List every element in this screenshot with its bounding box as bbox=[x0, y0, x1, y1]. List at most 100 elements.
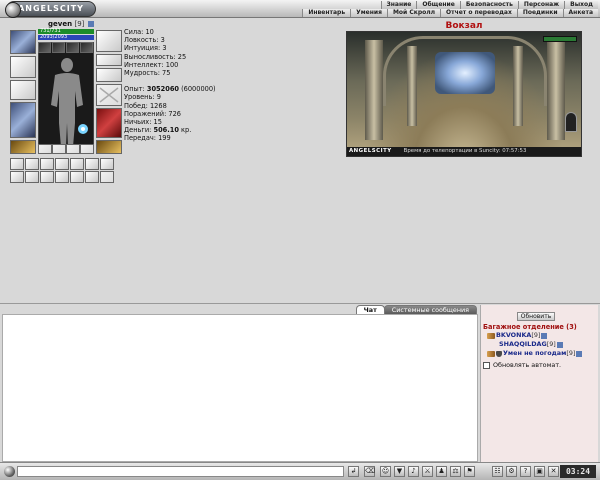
filter-icon[interactable]: ▼ bbox=[394, 466, 405, 477]
room-title: Багажное отделение (3) bbox=[483, 323, 577, 331]
tab-system-messages[interactable]: Системные сообщения bbox=[383, 305, 477, 314]
stat-wins: Побед: 1268 bbox=[124, 101, 167, 110]
clear-icon[interactable]: ⌫ bbox=[364, 466, 375, 477]
stats-icon[interactable]: ♟ bbox=[436, 466, 447, 477]
stat-draws: Ничьих: 15 bbox=[124, 118, 162, 127]
logo-text: ANGELSCITY bbox=[18, 4, 84, 13]
clan-icon[interactable]: ⚑ bbox=[464, 466, 475, 477]
section-divider bbox=[0, 303, 600, 304]
boots-slot[interactable] bbox=[96, 140, 122, 154]
info-icon[interactable] bbox=[576, 350, 583, 357]
submenu-duels[interactable]: Поединки bbox=[516, 9, 563, 17]
quick-slot-13[interactable] bbox=[85, 171, 99, 183]
character-name[interactable]: geven [9] bbox=[48, 20, 94, 28]
submenu-skills[interactable]: Умения bbox=[350, 9, 387, 17]
weapon-slot[interactable] bbox=[10, 80, 36, 100]
quick-slot-7[interactable] bbox=[100, 158, 114, 170]
quick-slot-5[interactable] bbox=[70, 158, 84, 170]
belt-slot[interactable] bbox=[10, 140, 36, 154]
pocket-slot-1[interactable] bbox=[38, 144, 52, 154]
teleport-status: ANGELSCITY Время до телепортации в Suncit… bbox=[347, 147, 581, 156]
private-icon[interactable] bbox=[487, 350, 495, 357]
location-scene: ANGELSCITY Время до телепортации в Suncit… bbox=[346, 31, 582, 157]
shield-slot[interactable] bbox=[96, 84, 122, 106]
friends-icon[interactable]: ☷ bbox=[492, 466, 503, 477]
quick-slot-14[interactable] bbox=[100, 171, 114, 183]
private-icon[interactable] bbox=[487, 332, 495, 339]
settings-icon[interactable]: ⚙ bbox=[506, 466, 517, 477]
info-icon[interactable] bbox=[87, 21, 94, 27]
player-entry[interactable]: Умен не погодам [9] bbox=[487, 349, 583, 358]
lock-icon[interactable]: ▣ bbox=[534, 466, 545, 477]
quick-slot-12[interactable] bbox=[70, 171, 84, 183]
quick-slot-4[interactable] bbox=[55, 158, 69, 170]
quick-slot-2[interactable] bbox=[25, 158, 39, 170]
submenu-my-scroll[interactable]: Мой Скролл bbox=[386, 9, 441, 17]
refresh-button[interactable]: Обновить bbox=[517, 312, 555, 321]
main-menu: Знание Общение Безопасность Персонаж Вых… bbox=[380, 1, 598, 9]
top-bar: ANGELSCITY Знание Общение Безопасность П… bbox=[0, 0, 600, 18]
quick-slot-1[interactable] bbox=[10, 158, 24, 170]
stat-transfers: Передач: 199 bbox=[124, 134, 171, 143]
game-clock: 03:24 bbox=[560, 465, 596, 478]
send-icon[interactable]: ↲ bbox=[348, 466, 359, 477]
pocket-slot-2[interactable] bbox=[52, 144, 66, 154]
pocket-slot-4[interactable] bbox=[80, 144, 94, 154]
chat-tabs: Чат Системные сообщения bbox=[355, 305, 477, 314]
menu-security[interactable]: Безопасность bbox=[459, 1, 518, 9]
chat-input[interactable] bbox=[17, 466, 344, 477]
menu-exit[interactable]: Выход bbox=[564, 1, 598, 9]
trade-icon[interactable]: ⚖ bbox=[450, 466, 461, 477]
earrings-slot[interactable] bbox=[96, 30, 122, 52]
pocket-slot-3[interactable] bbox=[66, 144, 80, 154]
scene-indicator[interactable] bbox=[543, 36, 577, 42]
stat-endurance: Выносливость: 25 bbox=[124, 52, 187, 61]
info-icon[interactable] bbox=[556, 341, 563, 348]
stat-intuition: Интуиция: 3 bbox=[124, 44, 167, 53]
auto-refresh-option[interactable]: Обновлять автомат. bbox=[483, 361, 561, 369]
quick-slot-11[interactable] bbox=[55, 171, 69, 183]
stat-strength: Сила: 10 bbox=[124, 28, 154, 36]
amulet-slot[interactable] bbox=[10, 56, 36, 78]
ring-slot-4[interactable] bbox=[80, 42, 93, 53]
chat-log[interactable] bbox=[2, 314, 478, 462]
battle-icon[interactable]: ⚔ bbox=[422, 466, 433, 477]
armor-slot[interactable] bbox=[10, 102, 36, 138]
quick-slot-6[interactable] bbox=[85, 158, 99, 170]
bracer-slot[interactable] bbox=[96, 68, 122, 82]
smile-icon[interactable]: ☺ bbox=[380, 466, 391, 477]
scene-pillar-left bbox=[365, 40, 383, 140]
menu-communication[interactable]: Общение bbox=[416, 1, 460, 9]
ring-slot-3[interactable] bbox=[66, 42, 79, 53]
gloves-slot[interactable] bbox=[96, 54, 122, 66]
stat-experience: Опыт: 3052060 (6000000) bbox=[124, 85, 216, 94]
sound-icon[interactable]: ♪ bbox=[408, 466, 419, 477]
submenu-profile[interactable]: Анкета bbox=[562, 9, 598, 17]
stat-intellect: Интеллект: 100 bbox=[124, 60, 179, 69]
empty-slot-icon bbox=[99, 87, 119, 103]
quick-slot-3[interactable] bbox=[40, 158, 54, 170]
quick-slot-9[interactable] bbox=[25, 171, 39, 183]
player-entry[interactable]: BKVONKA [9] bbox=[487, 331, 548, 340]
tab-chat[interactable]: Чат bbox=[355, 305, 385, 314]
quick-slot-10[interactable] bbox=[40, 171, 54, 183]
ring-slot-1[interactable] bbox=[38, 42, 51, 53]
submenu-transfer-report[interactable]: Отчет о переводах bbox=[440, 9, 517, 17]
player-entry[interactable]: SHAQQILDAG [9] bbox=[499, 340, 563, 349]
stat-level: Уровень: 9 bbox=[124, 93, 161, 102]
stat-wisdom: Мудрость: 75 bbox=[124, 69, 171, 78]
help-icon[interactable]: ? bbox=[520, 466, 531, 477]
helmet-slot[interactable] bbox=[10, 30, 36, 54]
menu-knowledge[interactable]: Знание bbox=[380, 1, 417, 9]
bottom-toolbar: ↲ ⌫ ☺ ▼ ♪ ⚔ ♟ ⚖ ⚑ ☷ ⚙ ? ▣ ✕ 03:24 bbox=[0, 462, 600, 480]
ring-slot-2[interactable] bbox=[52, 42, 65, 53]
info-icon[interactable] bbox=[541, 332, 548, 339]
teleport-portal[interactable] bbox=[435, 52, 495, 94]
auto-refresh-checkbox[interactable] bbox=[483, 361, 490, 369]
quit-icon[interactable]: ✕ bbox=[548, 466, 559, 477]
submenu-inventory[interactable]: Инвентарь bbox=[302, 9, 351, 17]
cloak-slot[interactable] bbox=[96, 108, 122, 138]
exit-door[interactable] bbox=[565, 112, 577, 132]
quick-slot-8[interactable] bbox=[10, 171, 24, 183]
menu-character[interactable]: Персонаж bbox=[517, 1, 565, 9]
